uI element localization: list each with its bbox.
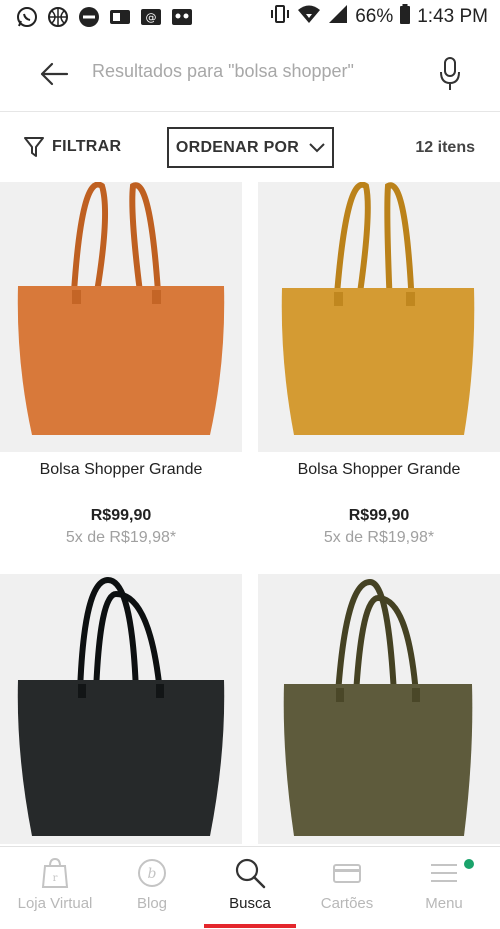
svg-text:r: r bbox=[53, 873, 58, 884]
product-price: R$99,90 bbox=[348, 507, 410, 524]
product-card[interactable]: Bolsa Shopper Grande R$99,90 5x de R$19,… bbox=[258, 182, 500, 547]
product-name[interactable]: Bolsa Shopper Grande bbox=[0, 461, 242, 479]
wifi-icon bbox=[297, 3, 321, 31]
app-notification-icon bbox=[109, 6, 131, 28]
whatsapp-icon bbox=[16, 6, 38, 28]
active-tab-indicator bbox=[204, 924, 296, 928]
tote-bag-image bbox=[283, 578, 473, 836]
nav-item-cartoes[interactable]: Cartões bbox=[297, 847, 397, 929]
nav-item-loja-virtual[interactable]: r Loja Virtual bbox=[5, 847, 105, 929]
svg-text:@: @ bbox=[146, 11, 157, 24]
sort-label: ORDENAR POR bbox=[175, 138, 300, 156]
product-name[interactable]: Bolsa Shopper Grande bbox=[258, 461, 500, 479]
nav-label: Loja Virtual bbox=[17, 895, 93, 912]
tote-bag-image bbox=[281, 182, 475, 435]
battery-percentage: 66% bbox=[355, 6, 394, 27]
email-icon: @ bbox=[140, 6, 162, 28]
notification-icons: @ bbox=[16, 6, 193, 28]
voicemail-icon bbox=[171, 6, 193, 28]
product-card[interactable]: Bolsa Shopper Grande R$99,90 5x de R$19,… bbox=[0, 182, 242, 547]
product-image[interactable] bbox=[0, 182, 242, 452]
blog-icon: b bbox=[138, 859, 166, 887]
chevron-down-icon bbox=[309, 142, 325, 152]
filter-label: FILTRAR bbox=[52, 138, 122, 155]
nav-item-blog[interactable]: b Blog bbox=[102, 847, 202, 929]
item-count: 12 itens bbox=[415, 139, 475, 156]
tote-bag-image bbox=[17, 182, 225, 435]
nav-item-menu[interactable]: Menu bbox=[394, 847, 494, 929]
vibrate-icon bbox=[269, 3, 291, 31]
product-image[interactable] bbox=[258, 574, 500, 844]
funnel-icon bbox=[24, 137, 44, 157]
product-image[interactable] bbox=[0, 574, 242, 844]
product-card[interactable] bbox=[258, 574, 500, 844]
clock: 1:43 PM bbox=[417, 6, 488, 27]
bottom-navigation: r Loja Virtual b Blog Busca Cartões Menu bbox=[0, 846, 500, 928]
store-icon: r bbox=[41, 857, 69, 888]
tote-bag-image bbox=[17, 576, 225, 836]
arrow-left-icon bbox=[40, 62, 69, 86]
search-icon bbox=[235, 858, 266, 889]
product-installments: 5x de R$19,98* bbox=[323, 529, 435, 546]
svg-text:b: b bbox=[148, 866, 157, 882]
product-card[interactable] bbox=[0, 574, 242, 844]
search-header: Resultados para "bolsa shopper" bbox=[0, 34, 500, 112]
filter-bar: FILTRAR ORDENAR POR 12 itens bbox=[0, 112, 500, 182]
search-input[interactable]: Resultados para "bolsa shopper" bbox=[92, 61, 354, 82]
back-button[interactable] bbox=[36, 56, 72, 92]
nav-item-busca[interactable]: Busca bbox=[200, 847, 300, 929]
battery-icon bbox=[399, 3, 411, 31]
basketball-icon bbox=[47, 6, 69, 28]
voice-search-button[interactable] bbox=[434, 54, 466, 94]
product-image[interactable] bbox=[258, 182, 500, 452]
nav-label: Blog bbox=[136, 895, 168, 912]
nav-label: Menu bbox=[425, 895, 463, 912]
notification-dot bbox=[464, 859, 474, 869]
product-installments: 5x de R$19,98* bbox=[65, 529, 177, 546]
nav-label: Cartões bbox=[320, 895, 374, 912]
nav-label: Busca bbox=[229, 895, 271, 912]
signal-icon bbox=[327, 3, 349, 31]
status-bar: @ 66% 1:43 PM bbox=[0, 0, 500, 34]
card-icon bbox=[333, 864, 361, 883]
do-not-disturb-icon bbox=[78, 6, 100, 28]
menu-icon bbox=[431, 864, 457, 882]
product-price: R$99,90 bbox=[90, 507, 152, 524]
sort-dropdown[interactable]: ORDENAR POR bbox=[167, 127, 334, 168]
microphone-icon bbox=[440, 57, 460, 90]
system-indicators: 66% 1:43 PM bbox=[269, 3, 488, 31]
filter-button[interactable]: FILTRAR bbox=[24, 136, 121, 158]
